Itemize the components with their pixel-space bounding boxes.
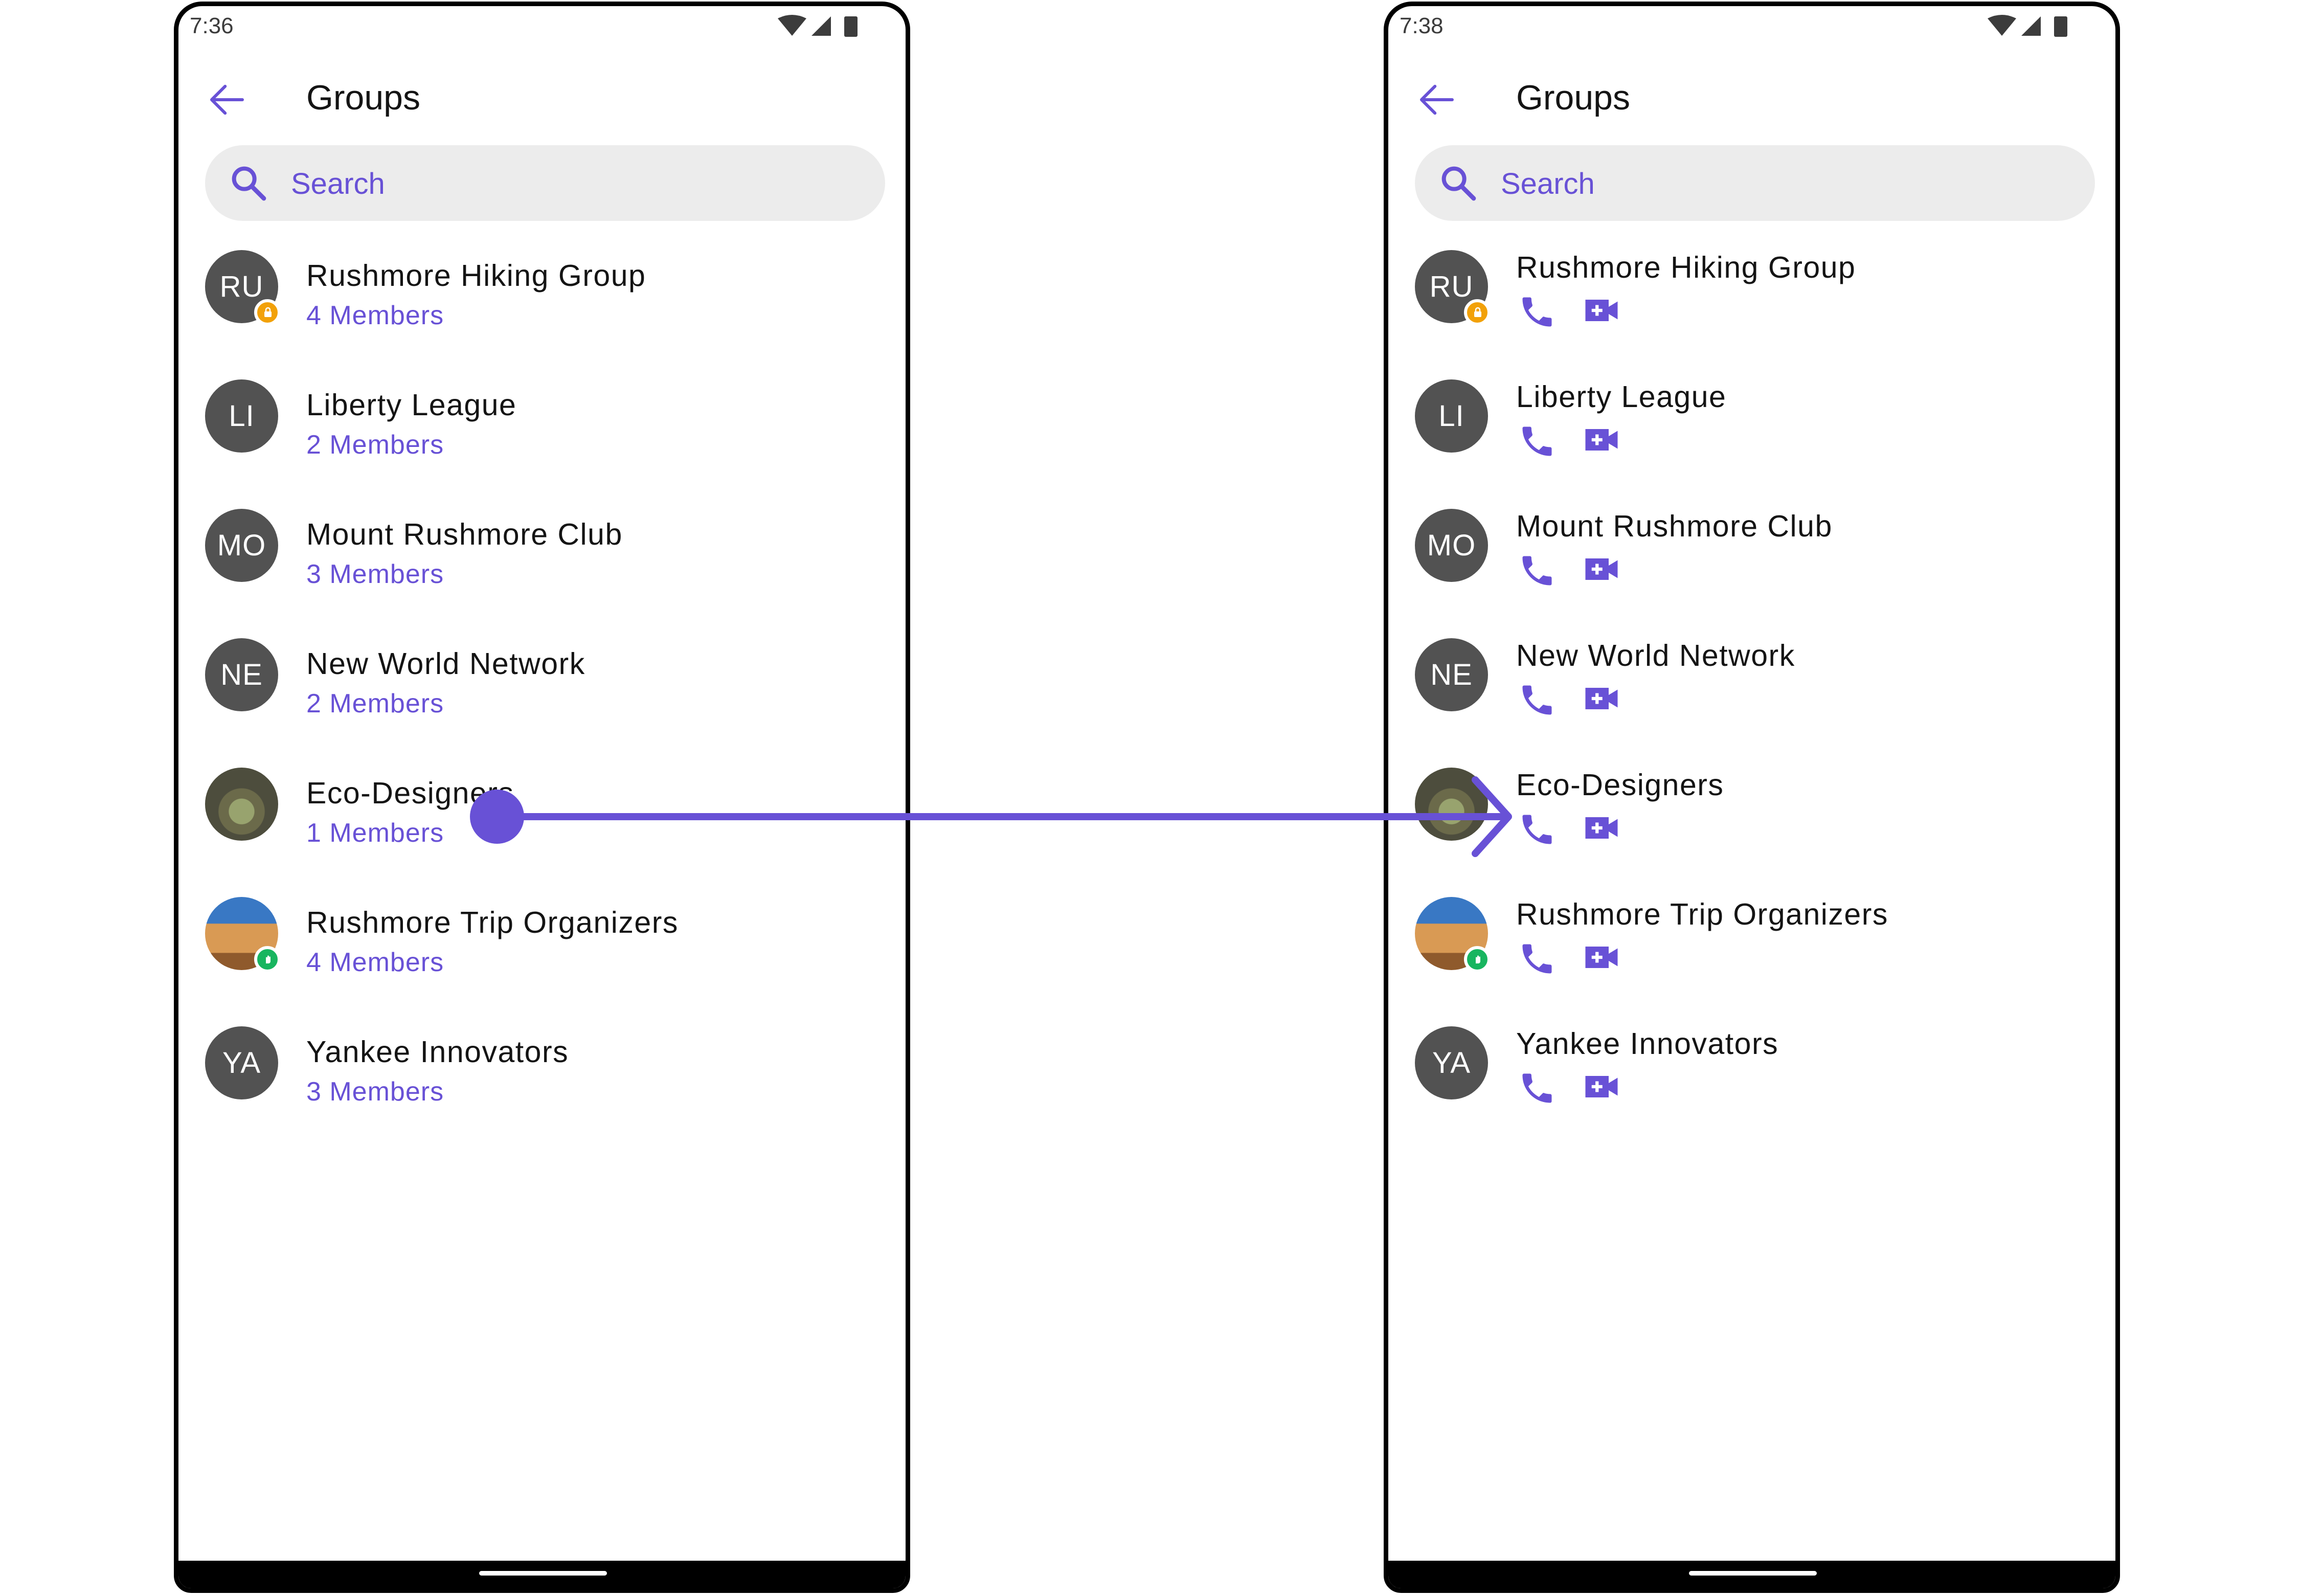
avatar-image — [205, 768, 278, 841]
member-count: 3 Members — [306, 1077, 444, 1107]
private-group-badge-icon — [1464, 299, 1491, 326]
phone-call-icon[interactable] — [1518, 1069, 1557, 1108]
battery-icon — [2054, 16, 2067, 37]
phone-call-icon[interactable] — [1518, 939, 1557, 978]
video-call-icon[interactable] — [1580, 289, 1623, 332]
member-count: 3 Members — [306, 559, 444, 589]
status-bar: 7:36 — [178, 6, 906, 47]
avatar-image — [1415, 768, 1488, 841]
navigation-bar — [1388, 1561, 2115, 1588]
phone-call-icon[interactable] — [1518, 293, 1557, 331]
search-input[interactable]: Search — [291, 167, 385, 201]
avatar: NE — [1415, 638, 1488, 711]
group-row-rushmore-hiking-group[interactable]: RU Rushmore Hiking Group — [1388, 234, 2115, 363]
group-list: RU Rushmore Hiking Group 4 Members LI Li… — [178, 234, 906, 1139]
private-group-badge-icon — [254, 299, 281, 326]
back-arrow-icon[interactable] — [1414, 77, 1460, 123]
group-row-new-world-network[interactable]: NE New World Network — [1388, 622, 2115, 751]
header: Groups — [178, 62, 906, 139]
video-call-icon[interactable] — [1580, 548, 1623, 591]
header: Groups — [1388, 62, 2115, 139]
home-indicator[interactable] — [479, 1571, 607, 1576]
search-bar[interactable]: Search — [205, 145, 885, 221]
page-title: Groups — [1516, 78, 1630, 117]
phone-call-icon[interactable] — [1518, 422, 1557, 461]
home-indicator[interactable] — [1689, 1571, 1817, 1576]
group-name: Rushmore Trip Organizers — [306, 906, 679, 939]
avatar: MO — [205, 509, 278, 582]
video-call-icon[interactable] — [1580, 806, 1623, 849]
group-row-liberty-league[interactable]: LI Liberty League 2 Members — [178, 363, 906, 492]
password-group-badge-icon — [1464, 946, 1491, 973]
group-row-yankee-innovators[interactable]: YA Yankee Innovators 3 Members — [178, 1010, 906, 1139]
password-group-badge-icon — [254, 946, 281, 973]
avatar: LI — [205, 379, 278, 453]
phone-frame-after: 7:38 Groups Search RU Rushmore Hiking Gro… — [1384, 2, 2120, 1593]
status-icons — [1988, 15, 2067, 37]
battery-icon — [844, 16, 858, 37]
group-name: Eco-Designers — [306, 776, 514, 810]
group-name: Yankee Innovators — [1516, 1027, 1779, 1061]
phone-call-icon[interactable] — [1518, 810, 1557, 849]
wifi-icon — [1988, 15, 2016, 36]
avatar: LI — [1415, 379, 1488, 453]
member-count: 4 Members — [306, 948, 444, 977]
group-name: Rushmore Trip Organizers — [1516, 897, 1888, 931]
signal-icon — [2021, 16, 2041, 36]
group-row-yankee-innovators[interactable]: YA Yankee Innovators — [1388, 1010, 2115, 1139]
member-count: 2 Members — [306, 689, 444, 718]
search-icon — [232, 166, 266, 201]
status-bar: 7:38 — [1388, 6, 2115, 47]
wifi-icon — [778, 15, 806, 36]
navigation-bar — [178, 1561, 906, 1588]
phone-frame-before: 7:36 Groups Search RU Rushmore Hiking Gr… — [174, 2, 910, 1593]
group-row-eco-designers[interactable]: Eco-Designers — [1388, 751, 2115, 881]
group-name: Rushmore Hiking Group — [306, 259, 646, 293]
signal-icon — [811, 16, 831, 36]
status-icons — [778, 15, 858, 37]
group-list: RU Rushmore Hiking Group LI Liberty League M… — [1388, 234, 2115, 1139]
group-row-liberty-league[interactable]: LI Liberty League — [1388, 363, 2115, 492]
video-call-icon[interactable] — [1580, 1065, 1623, 1108]
phone-call-icon[interactable] — [1518, 681, 1557, 720]
status-time: 7:36 — [190, 13, 234, 38]
search-bar[interactable]: Search — [1415, 145, 2095, 221]
video-call-icon[interactable] — [1580, 677, 1623, 720]
avatar: YA — [1415, 1026, 1488, 1099]
member-count: 1 Members — [306, 818, 444, 848]
group-row-mount-rushmore-club[interactable]: MO Mount Rushmore Club 3 Members — [178, 492, 906, 622]
group-name: Mount Rushmore Club — [1516, 509, 1833, 543]
group-name: New World Network — [306, 647, 585, 681]
group-name: Liberty League — [1516, 380, 1727, 414]
search-icon — [1441, 166, 1476, 201]
group-row-eco-designers[interactable]: Eco-Designers 1 Members — [178, 751, 906, 881]
group-row-new-world-network[interactable]: NE New World Network 2 Members — [178, 622, 906, 751]
avatar: YA — [205, 1026, 278, 1099]
member-count: 4 Members — [306, 301, 444, 330]
group-name: Mount Rushmore Club — [306, 518, 623, 551]
status-time: 7:38 — [1400, 13, 1444, 38]
member-count: 2 Members — [306, 430, 444, 460]
group-row-rushmore-trip-organizers[interactable]: Rushmore Trip Organizers — [1388, 881, 2115, 1010]
group-row-rushmore-hiking-group[interactable]: RU Rushmore Hiking Group 4 Members — [178, 234, 906, 363]
group-name: New World Network — [1516, 639, 1795, 672]
video-call-icon[interactable] — [1580, 936, 1623, 979]
avatar: MO — [1415, 509, 1488, 582]
group-name: Yankee Innovators — [306, 1035, 569, 1069]
video-call-icon[interactable] — [1580, 418, 1623, 461]
phone-call-icon[interactable] — [1518, 551, 1557, 590]
group-row-mount-rushmore-club[interactable]: MO Mount Rushmore Club — [1388, 492, 2115, 622]
page-title: Groups — [306, 78, 420, 117]
group-row-rushmore-trip-organizers[interactable]: Rushmore Trip Organizers 4 Members — [178, 881, 906, 1010]
search-input[interactable]: Search — [1501, 167, 1595, 201]
avatar: NE — [205, 638, 278, 711]
group-name: Rushmore Hiking Group — [1516, 251, 1856, 284]
group-name: Liberty League — [306, 388, 517, 422]
group-name: Eco-Designers — [1516, 768, 1724, 802]
back-arrow-icon[interactable] — [204, 77, 250, 123]
